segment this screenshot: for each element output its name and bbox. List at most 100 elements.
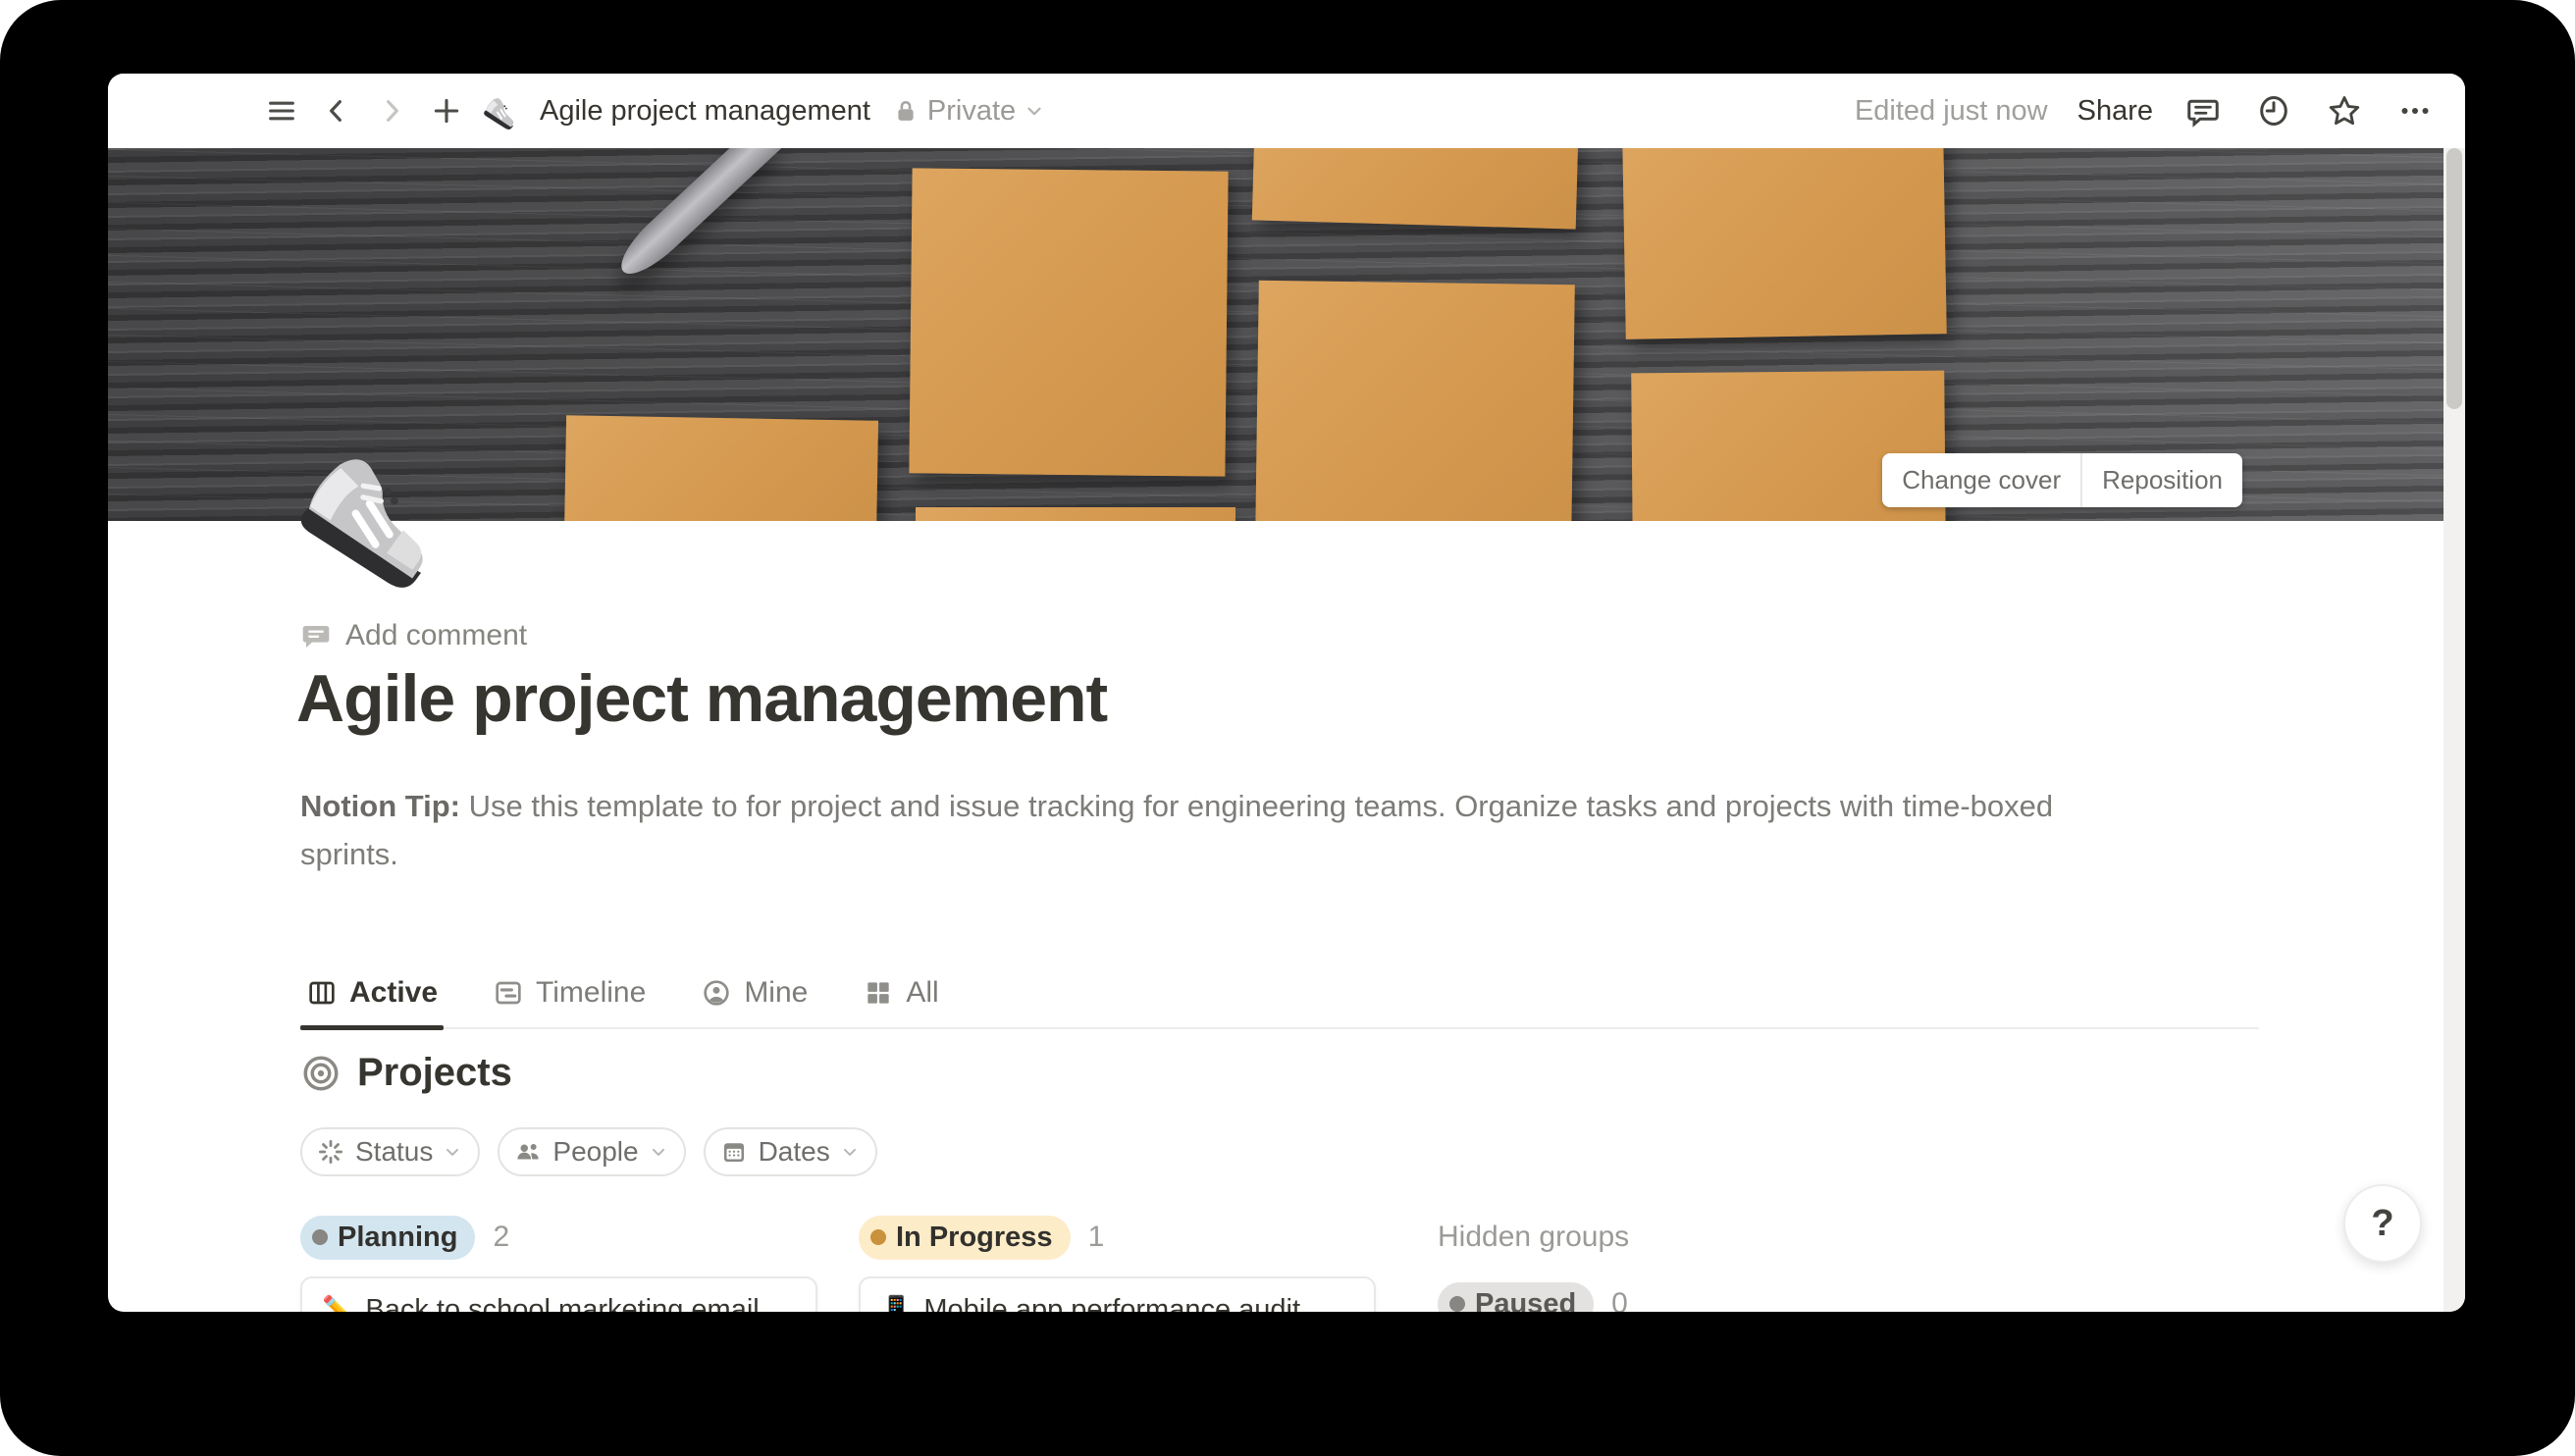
board-columns-icon xyxy=(306,977,338,1009)
project-card[interactable]: 📱 Mobile app performance audit xyxy=(859,1276,1376,1312)
back-icon xyxy=(321,95,352,127)
card-title: Mobile app performance audit xyxy=(923,1294,1300,1312)
sneaker-icon-large xyxy=(294,435,451,588)
question-mark-icon: ? xyxy=(2371,1203,2393,1245)
notion-tip-paragraph: Notion Tip: Use this template to for pro… xyxy=(300,782,2194,878)
sticky-note xyxy=(1255,281,1575,521)
filter-status[interactable]: Status xyxy=(300,1127,480,1176)
filter-label: Status xyxy=(355,1136,433,1168)
tab-label: All xyxy=(906,976,938,1010)
group-pill-in-progress[interactable]: In Progress xyxy=(859,1216,1071,1260)
group-header: Paused 0 xyxy=(1438,1278,1955,1312)
chevron-down-icon xyxy=(1024,100,1045,122)
sidebar-toggle-button[interactable] xyxy=(261,90,302,131)
tab-label: Active xyxy=(349,976,438,1010)
view-tabs: Active Timeline Mine All xyxy=(300,959,2259,1029)
more-options-button[interactable] xyxy=(2394,90,2436,131)
filter-label: Dates xyxy=(759,1136,830,1168)
page-icon-sneaker[interactable] xyxy=(294,435,451,588)
share-button[interactable]: Share xyxy=(2077,95,2153,128)
card-title: Back to school marketing email xyxy=(365,1294,759,1312)
board-column-hidden-groups: Hidden groups Paused 0 xyxy=(1438,1212,1955,1312)
breadcrumb-page-icon[interactable] xyxy=(481,90,522,131)
sticky-note xyxy=(1622,148,1947,339)
status-dot xyxy=(1449,1296,1465,1312)
tip-prefix: Notion Tip: xyxy=(300,789,460,823)
tab-label: Timeline xyxy=(536,976,646,1010)
back-button[interactable] xyxy=(316,90,357,131)
people-icon xyxy=(513,1137,543,1167)
group-header: Planning 2 xyxy=(300,1212,817,1263)
group-count: 2 xyxy=(493,1221,509,1254)
status-dot xyxy=(870,1229,886,1245)
tab-mine[interactable]: Mine xyxy=(695,976,814,1027)
board-column-planning: Planning 2 ✏️ Back to school marketing e… xyxy=(300,1212,817,1312)
card-emoji-icon: ✏️ xyxy=(322,1294,353,1312)
board-title: Projects xyxy=(357,1051,512,1095)
status-dot xyxy=(312,1229,328,1245)
privacy-label: Private xyxy=(927,95,1016,128)
comment-bubble-icon xyxy=(300,620,332,651)
card-emoji-icon: 📱 xyxy=(880,1294,912,1312)
sneaker-icon-small xyxy=(483,92,520,130)
person-circle-icon xyxy=(701,977,732,1009)
chevron-down-icon xyxy=(443,1142,462,1162)
add-comment-label: Add comment xyxy=(345,619,527,652)
favorite-button[interactable] xyxy=(2324,90,2365,131)
board-title-row: Projects xyxy=(300,1051,512,1095)
comments-button[interactable] xyxy=(2182,90,2224,131)
history-clock-icon xyxy=(2256,93,2291,129)
tab-active[interactable]: Active xyxy=(300,976,444,1027)
group-name: Paused xyxy=(1475,1288,1576,1313)
target-icon xyxy=(300,1053,342,1094)
stylus-pen-photo xyxy=(611,148,786,285)
tip-line1: Use this template to for project and iss… xyxy=(469,789,2054,823)
top-toolbar: Agile project management Private Edited … xyxy=(108,74,2465,148)
board-column-in-progress: In Progress 1 📱 Mobile app performance a… xyxy=(859,1212,1376,1312)
grid-icon xyxy=(863,977,894,1009)
forward-button[interactable] xyxy=(371,90,412,131)
chevron-down-icon xyxy=(840,1142,860,1162)
page-title[interactable]: Agile project management xyxy=(296,660,1107,737)
sticky-note xyxy=(909,168,1228,476)
vertical-scrollbar[interactable] xyxy=(2444,148,2465,1312)
plus-icon xyxy=(430,94,463,128)
sticky-note xyxy=(1252,148,1578,230)
tab-label: Mine xyxy=(744,976,808,1010)
group-name: In Progress xyxy=(896,1222,1053,1254)
timeline-icon xyxy=(493,977,524,1009)
tab-timeline[interactable]: Timeline xyxy=(487,976,652,1027)
scrollbar-thumb[interactable] xyxy=(2446,148,2462,409)
edited-status: Edited just now xyxy=(1855,95,2048,128)
sticky-note xyxy=(916,507,1235,521)
forward-icon xyxy=(376,95,407,127)
help-button[interactable]: ? xyxy=(2343,1184,2422,1263)
hamburger-icon xyxy=(265,94,298,128)
tab-all[interactable]: All xyxy=(857,976,944,1027)
group-count: 1 xyxy=(1088,1221,1105,1254)
updates-button[interactable] xyxy=(2253,90,2294,131)
group-count: 0 xyxy=(1611,1287,1628,1312)
group-pill-planning[interactable]: Planning xyxy=(300,1216,475,1260)
chevron-down-icon xyxy=(649,1142,668,1162)
cover-buttons: Change cover Reposition xyxy=(1882,453,2242,507)
notion-window: Agile project management Private Edited … xyxy=(108,74,2465,1312)
group-header: In Progress 1 xyxy=(859,1212,1376,1263)
filter-dates[interactable]: Dates xyxy=(704,1127,877,1176)
breadcrumb-title[interactable]: Agile project management xyxy=(540,95,870,128)
add-comment-button[interactable]: Add comment xyxy=(300,619,527,652)
lock-icon xyxy=(892,97,920,125)
calendar-icon xyxy=(719,1137,749,1167)
new-page-button[interactable] xyxy=(426,90,467,131)
tip-line2: sprints. xyxy=(300,837,398,871)
hidden-groups-label: Hidden groups xyxy=(1438,1212,1955,1263)
group-pill-paused[interactable]: Paused xyxy=(1438,1282,1594,1313)
privacy-dropdown[interactable]: Private xyxy=(892,95,1045,128)
project-card[interactable]: ✏️ Back to school marketing email xyxy=(300,1276,817,1312)
filter-label: People xyxy=(552,1136,638,1168)
status-burst-icon xyxy=(316,1137,345,1167)
page-cover-image: Change cover Reposition xyxy=(108,148,2444,521)
change-cover-button[interactable]: Change cover xyxy=(1882,453,2080,507)
reposition-button[interactable]: Reposition xyxy=(2080,453,2242,507)
filter-people[interactable]: People xyxy=(498,1127,685,1176)
